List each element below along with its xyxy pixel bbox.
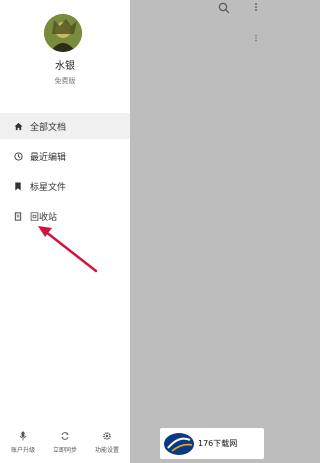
search-icon[interactable] <box>218 2 230 14</box>
trash-icon <box>12 210 24 222</box>
account-upgrade-label: 账户升级 <box>10 446 35 454</box>
watermark-logo-icon <box>164 432 194 455</box>
clock-icon <box>12 150 24 162</box>
nav-item-label: 最近编辑 <box>30 152 67 163</box>
nav-item-label: 回收站 <box>30 212 58 223</box>
avatar[interactable] <box>44 14 82 52</box>
nav-item-recent-edits[interactable]: 最近编辑 <box>0 143 130 169</box>
nav-item-label: 标星文件 <box>30 182 67 193</box>
nav-item-all-documents[interactable]: 全部文档 <box>0 113 130 139</box>
gear-icon <box>103 431 111 440</box>
more-icon[interactable] <box>253 2 259 12</box>
microphone-icon <box>19 431 27 440</box>
watermark-text: 176下载网 <box>198 439 238 448</box>
account-plan-label: 免费版 <box>54 77 76 85</box>
site-watermark: 176下载网 <box>160 428 264 459</box>
sync-now-button[interactable]: 立即同步 <box>46 421 84 463</box>
bookmark-icon <box>12 180 24 192</box>
nav-item-label: 全部文档 <box>30 122 67 133</box>
nav-item-recycle-bin[interactable]: 回收站 <box>0 203 130 229</box>
home-icon <box>12 120 24 132</box>
navigation-drawer: 水银 免费版 全部文档 最近编辑 标星文件 回收站 账户升级 立即同步 功能设置 <box>0 0 130 463</box>
username: 水银 <box>55 61 75 72</box>
avatar-image <box>44 14 82 52</box>
drawer-bottom-bar: 账户升级 立即同步 功能设置 <box>0 421 130 463</box>
overflow-menu-icon[interactable] <box>253 34 259 42</box>
settings-button[interactable]: 功能设置 <box>88 421 126 463</box>
account-upgrade-button[interactable]: 账户升级 <box>4 421 42 463</box>
nav-item-starred-files[interactable]: 标星文件 <box>0 173 130 199</box>
sync-now-label: 立即同步 <box>52 446 77 454</box>
main-content-overlay[interactable] <box>130 0 266 463</box>
settings-label: 功能设置 <box>94 446 119 454</box>
sync-icon <box>61 431 69 440</box>
